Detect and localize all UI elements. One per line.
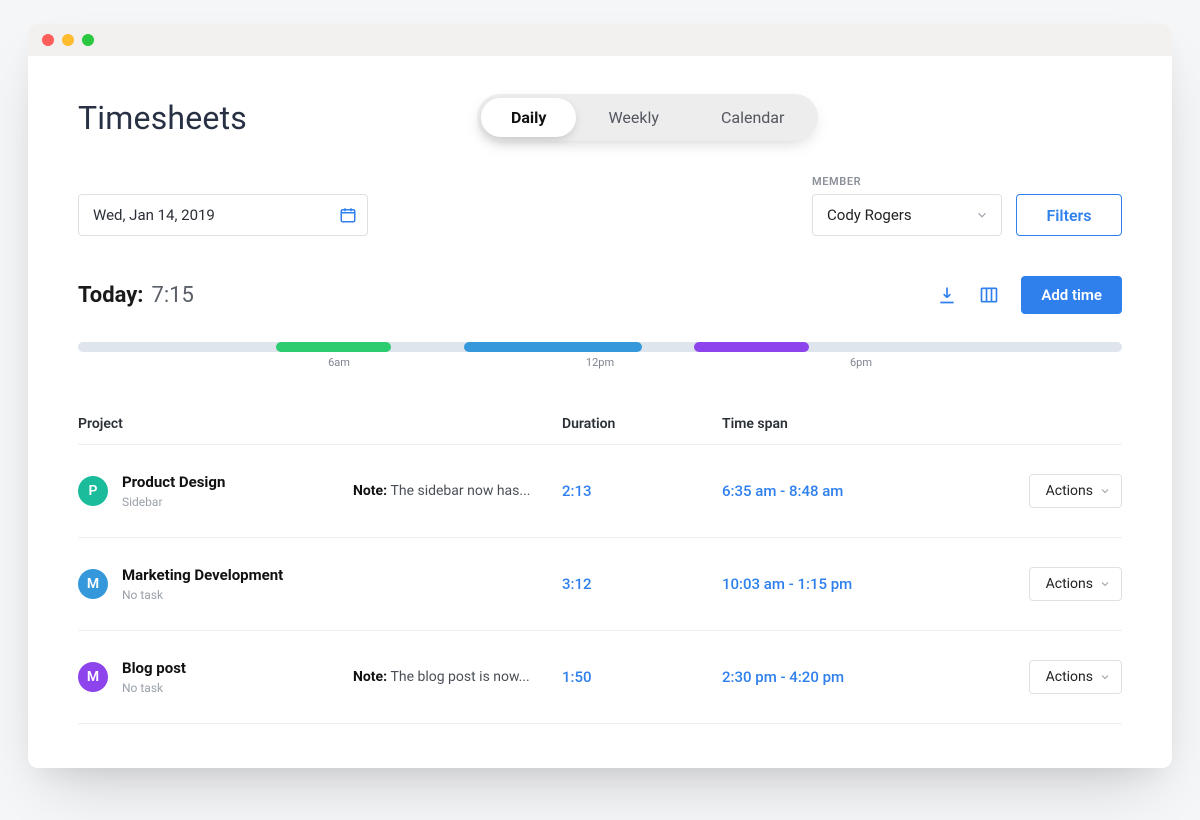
timeline-tick: 6am [328,356,350,369]
actions-button[interactable]: Actions [1029,567,1122,601]
member-label: MEMBER [812,175,1002,188]
view-tabs: DailyWeeklyCalendar [477,94,818,141]
timeline: 6am12pm6pm [78,342,1122,352]
calendar-icon [339,206,357,224]
columns-icon[interactable] [979,285,999,305]
chevron-down-icon [1099,671,1111,683]
add-time-button[interactable]: Add time [1021,276,1122,314]
actions-button[interactable]: Actions [1029,474,1122,508]
col-timespan: Time span [722,416,982,432]
table-row: M Marketing Development No task 3:1210:03 a… [78,538,1122,631]
filters-button[interactable]: Filters [1016,194,1122,236]
window-min-dot[interactable] [62,34,74,46]
col-duration: Duration [562,416,722,432]
project-avatar: P [78,476,108,506]
timeline-tick: 12pm [586,356,614,369]
project-task: Sidebar [122,495,225,509]
filters-label: Filters [1046,206,1091,225]
add-time-label: Add time [1041,286,1102,304]
date-value: Wed, Jan 14, 2019 [93,206,215,224]
col-project: Project [78,416,562,432]
chevron-down-icon [1099,485,1111,497]
table-header: Project Duration Time span [78,416,1122,445]
chevron-down-icon [1099,578,1111,590]
timespan-cell[interactable]: 6:35 am - 8:48 am [722,482,982,500]
project-cell: P Product Design Sidebar [78,473,353,509]
project-cell: M Blog post No task [78,659,353,695]
download-icon[interactable] [937,285,957,305]
duration-cell[interactable]: 2:13 [562,482,722,500]
date-picker[interactable]: Wed, Jan 14, 2019 [78,194,368,236]
project-name: Marketing Development [122,566,283,584]
project-cell: M Marketing Development No task [78,566,353,602]
chevron-down-icon [975,208,989,222]
member-value: Cody Rogers [827,206,912,224]
table-row: M Blog post No task Note: The blog post is … [78,631,1122,724]
project-avatar: M [78,662,108,692]
timespan-cell[interactable]: 2:30 pm - 4:20 pm [722,668,982,686]
today-value: 7:15 [151,283,193,308]
timeline-tick: 6pm [850,356,872,369]
page-title: Timesheets [78,99,247,137]
window-max-dot[interactable] [82,34,94,46]
project-name: Product Design [122,473,225,491]
note-cell: Note: The sidebar now has... [353,483,562,499]
note-cell: Note: The blog post is now... [353,669,562,685]
timespan-cell[interactable]: 10:03 am - 1:15 pm [722,575,982,593]
tab-calendar[interactable]: Calendar [691,98,814,137]
project-task: No task [122,588,283,602]
project-avatar: M [78,569,108,599]
tab-daily[interactable]: Daily [481,98,576,137]
actions-button[interactable]: Actions [1029,660,1122,694]
window-close-dot[interactable] [42,34,54,46]
project-name: Blog post [122,659,186,677]
duration-cell[interactable]: 3:12 [562,575,722,593]
table-row: P Product Design Sidebar Note: The sidebar … [78,445,1122,538]
member-select[interactable]: Cody Rogers [812,194,1002,236]
duration-cell[interactable]: 1:50 [562,668,722,686]
today-label: Today: [78,283,143,308]
tab-weekly[interactable]: Weekly [578,98,689,137]
window-titlebar [28,24,1172,56]
project-task: No task [122,681,186,695]
app-window: Timesheets DailyWeeklyCalendar Wed, Jan … [28,24,1172,768]
